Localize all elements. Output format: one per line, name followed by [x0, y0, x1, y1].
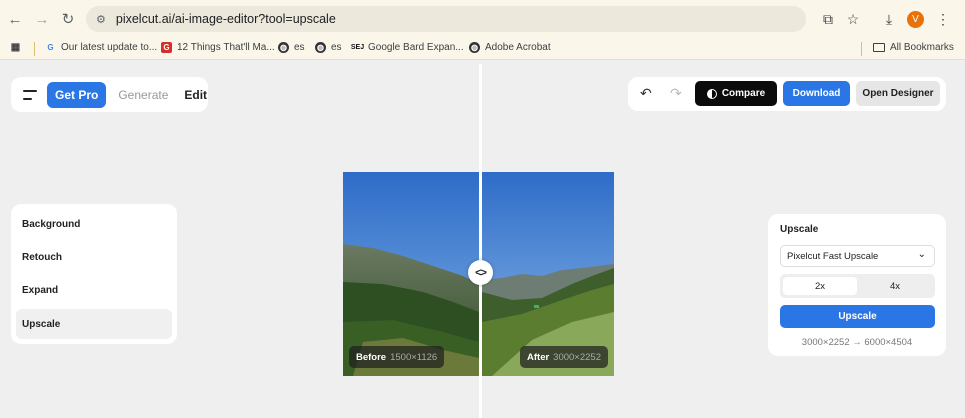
back-icon[interactable]: ←: [5, 9, 25, 29]
bookmark-item[interactable]: G Our latest update to...: [45, 42, 157, 53]
bookmark-item[interactable]: ◍ es: [315, 42, 342, 53]
action-bar: ↶ ↷ Compare Download Open Designer: [628, 77, 946, 111]
site-info-icon[interactable]: ⚙: [96, 13, 106, 26]
menu-icon[interactable]: [23, 89, 37, 100]
panel-title: Upscale: [780, 224, 819, 235]
sidebar-item-upscale[interactable]: Upscale: [16, 309, 172, 339]
tool-sidebar: Background Retouch Expand Upscale: [11, 204, 177, 344]
before-label: Before 1500×1126: [349, 346, 445, 368]
reload-icon[interactable]: ↻: [58, 9, 78, 29]
chevron-down-icon: ⌄: [917, 249, 926, 260]
tab-edit[interactable]: Edit: [184, 88, 207, 102]
chevrons-left-right-icon: <>: [475, 266, 487, 279]
globe-icon: ◍: [315, 42, 326, 53]
bookmark-item[interactable]: G 12 Things That'll Ma...: [161, 42, 275, 53]
bookmark-item[interactable]: ◍ es: [278, 42, 305, 53]
redo-icon[interactable]: ↷: [670, 85, 682, 102]
before-image: Before 1500×1126: [343, 172, 479, 376]
bookmark-item[interactable]: ◍ Adobe Acrobat: [469, 42, 551, 53]
get-pro-button[interactable]: Get Pro: [47, 81, 107, 108]
sej-icon: SEJ: [350, 44, 365, 51]
all-bookmarks[interactable]: All Bookmarks: [873, 42, 954, 53]
compare-icon: [706, 88, 717, 99]
after-label: After 3000×2252: [520, 346, 608, 368]
bookmarks-bar: ▦ G Our latest update to... G 12 Things …: [0, 38, 965, 60]
bookmark-separator: [34, 42, 35, 56]
mode-tabs: Get Pro Generate Edit: [11, 77, 208, 112]
resolution-text: 3000×2252 → 6000×4504: [801, 337, 913, 348]
upscale-button[interactable]: Upscale: [780, 305, 935, 328]
apps-icon[interactable]: ▦: [10, 42, 21, 53]
bookmark-separator: [861, 42, 862, 56]
globe-icon: ◍: [278, 42, 289, 53]
compare-button[interactable]: Compare: [695, 81, 777, 106]
upscale-panel: Upscale Pixelcut Fast Upscale ⌄ 2x 4x Up…: [768, 214, 946, 356]
cast-icon[interactable]: ⧉: [818, 9, 838, 29]
tab-generate[interactable]: Generate: [118, 88, 168, 102]
globe-icon: ◍: [469, 42, 480, 53]
bookmark-star-icon[interactable]: ☆: [843, 9, 863, 29]
url-text: pixelcut.ai/ai-image-editor?tool=upscale: [115, 12, 336, 26]
avatar[interactable]: V: [907, 11, 924, 28]
sidebar-item-retouch[interactable]: Retouch: [16, 242, 172, 272]
address-bar[interactable]: ⚙ pixelcut.ai/ai-image-editor?tool=upsca…: [86, 6, 806, 32]
folder-icon: [873, 43, 885, 52]
google-icon: G: [47, 43, 54, 52]
scale-option-4x[interactable]: 4x: [858, 277, 932, 295]
model-select[interactable]: Pixelcut Fast Upscale ⌄: [780, 245, 935, 267]
bookmark-item[interactable]: SEJ Google Bard Expan...: [350, 42, 464, 53]
site-icon: G: [161, 42, 172, 53]
sidebar-item-expand[interactable]: Expand: [16, 275, 172, 305]
sidebar-item-background[interactable]: Background: [16, 209, 172, 239]
kebab-menu-icon[interactable]: ⋮: [933, 9, 953, 29]
after-image: After 3000×2252: [482, 172, 614, 376]
open-designer-button[interactable]: Open Designer: [856, 81, 940, 106]
compare-slider-handle[interactable]: <>: [468, 260, 493, 285]
forward-icon[interactable]: →: [32, 9, 52, 29]
undo-icon[interactable]: ↶: [640, 85, 652, 102]
scale-segmented-control: 2x 4x: [780, 274, 935, 298]
downloads-icon[interactable]: ⤓: [879, 9, 899, 29]
browser-toolbar: ← → ↻ ⚙ pixelcut.ai/ai-image-editor?tool…: [0, 0, 965, 38]
scale-option-2x[interactable]: 2x: [783, 277, 857, 295]
download-button[interactable]: Download: [783, 81, 850, 106]
